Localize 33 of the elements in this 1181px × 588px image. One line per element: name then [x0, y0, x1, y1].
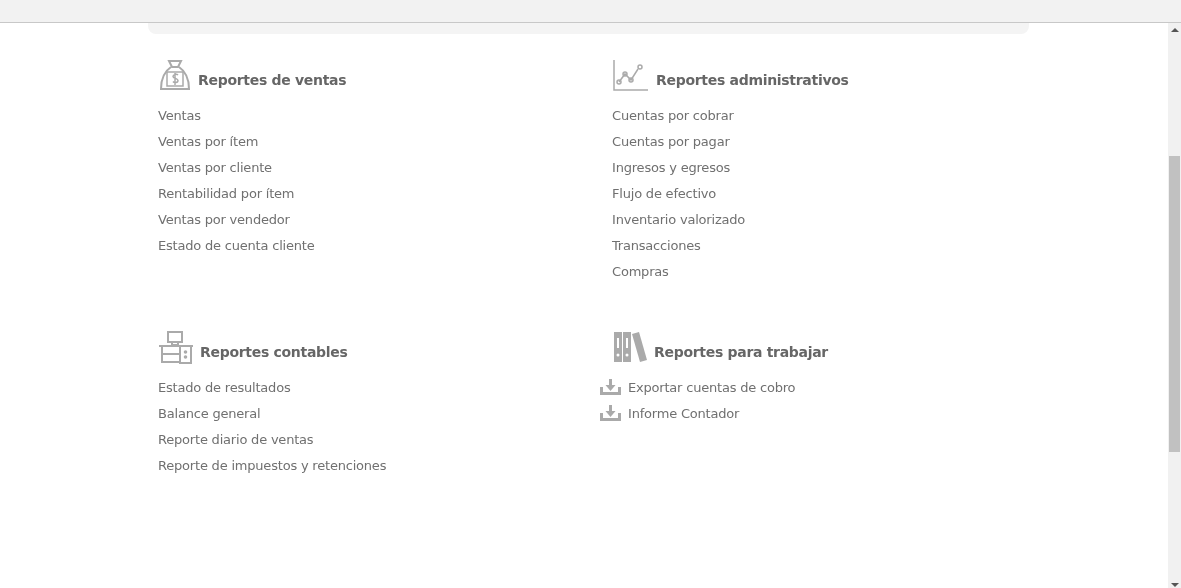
report-link[interactable]: Compras — [612, 263, 669, 279]
money-bag-icon — [158, 58, 192, 92]
scroll-down-icon[interactable] — [1170, 583, 1179, 587]
line-chart-icon — [612, 58, 650, 92]
download-link[interactable]: Informe Contador — [628, 405, 740, 421]
section-title: Reportes contables — [200, 344, 348, 360]
download-icon — [600, 405, 621, 421]
report-link[interactable]: Ventas — [158, 107, 201, 123]
report-link[interactable]: Ventas por ítem — [158, 133, 259, 149]
desk-icon — [158, 330, 194, 364]
report-link[interactable]: Inventario valorizado — [612, 211, 746, 227]
report-link[interactable]: Reporte de impuestos y retenciones — [158, 457, 387, 473]
binders-icon — [612, 330, 648, 364]
scrollbar-thumb[interactable] — [1169, 156, 1180, 452]
report-link[interactable]: Cuentas por pagar — [612, 133, 730, 149]
section-title: Reportes administrativos — [656, 72, 849, 88]
report-link[interactable]: Ventas por cliente — [158, 159, 272, 175]
report-link[interactable]: Estado de cuenta cliente — [158, 237, 315, 253]
report-link[interactable]: Rentabilidad por ítem — [158, 185, 295, 201]
scroll-up-icon[interactable] — [1170, 28, 1179, 32]
report-link[interactable]: Balance general — [158, 405, 261, 421]
report-link[interactable]: Ingresos y egresos — [612, 159, 731, 175]
report-link[interactable]: Ventas por vendedor — [158, 211, 290, 227]
download-icon — [600, 379, 621, 395]
section-title: Reportes de ventas — [198, 72, 347, 88]
section-title: Reportes para trabajar — [654, 344, 828, 360]
report-link[interactable]: Flujo de efectivo — [612, 185, 717, 201]
report-link[interactable]: Cuentas por cobrar — [612, 107, 734, 123]
report-link[interactable]: Reporte diario de ventas — [158, 431, 314, 447]
download-link[interactable]: Exportar cuentas de cobro — [628, 379, 796, 395]
scrollbar[interactable] — [1168, 23, 1181, 588]
report-link[interactable]: Transacciones — [612, 237, 701, 253]
report-link[interactable]: Estado de resultados — [158, 379, 291, 395]
